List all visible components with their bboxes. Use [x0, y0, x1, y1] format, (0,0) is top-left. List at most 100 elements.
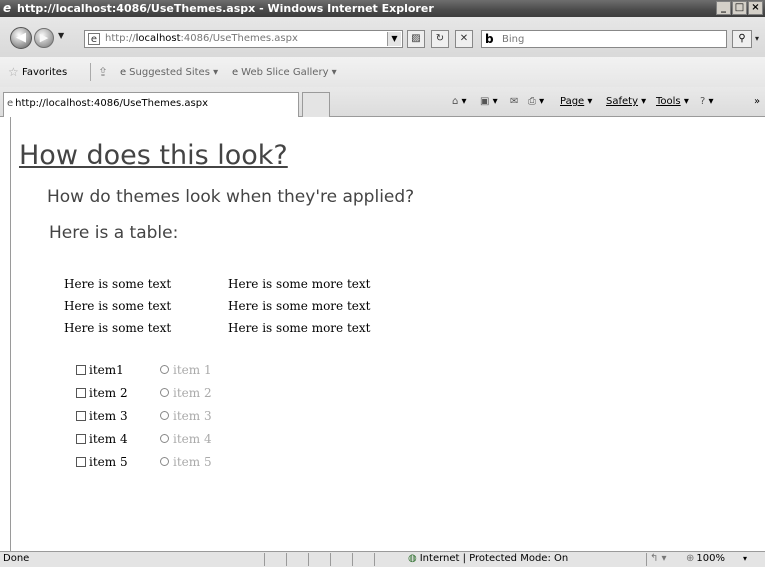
- status-panes: [264, 553, 396, 566]
- suggested-sites-button[interactable]: e Suggested Sites ▾: [120, 66, 218, 80]
- list-item: item 2 item 2: [76, 385, 276, 408]
- safety-menu-button[interactable]: Safety ▾: [606, 94, 646, 110]
- address-url: http://localhost:4086/UseThemes.aspx: [105, 33, 298, 44]
- checkbox-item1[interactable]: [76, 365, 86, 375]
- list-item: item 3 item 3: [76, 408, 276, 431]
- window-controls: _ □ ×: [716, 1, 763, 16]
- checkbox-label[interactable]: item 2: [89, 385, 128, 401]
- tab-label: http://localhost:4086/UseThemes.aspx: [15, 98, 209, 109]
- list-item: item 4 item 4: [76, 431, 276, 454]
- status-bar: Done ◍ Internet | Protected Mode: On ↰ ▾ …: [0, 551, 765, 567]
- status-pane: [286, 553, 308, 566]
- status-pane: [308, 553, 330, 566]
- help-icon[interactable]: ? ▾: [700, 94, 714, 110]
- table-cell: Here is some more text: [228, 277, 371, 291]
- back-button[interactable]: ◀: [10, 27, 32, 49]
- list-item: item 5 item 5: [76, 454, 276, 477]
- table-cell: Here is some text: [64, 321, 172, 335]
- checkbox-item5[interactable]: [76, 457, 86, 467]
- tools-menu-button[interactable]: Tools ▾: [656, 94, 689, 110]
- list-item: item1 item 1: [76, 362, 276, 385]
- checkbox-item2[interactable]: [76, 388, 86, 398]
- ie-logo-icon: e: [3, 1, 12, 15]
- radio-label: item 3: [173, 409, 212, 423]
- web-slice-gallery-button[interactable]: e Web Slice Gallery ▾: [232, 66, 337, 80]
- forward-button[interactable]: ▶: [34, 28, 54, 48]
- address-toolbar: ◀ ▶ ▼ e http://localhost:4086/UseThemes.…: [0, 17, 765, 57]
- feeds-icon[interactable]: ▣ ▾: [480, 94, 498, 110]
- bing-logo-icon: b: [485, 32, 494, 46]
- checkbox-label[interactable]: item1: [89, 362, 124, 378]
- status-divider: [646, 553, 647, 566]
- option-lists: item1 item 1 item 2 item 2 item 3 item 3…: [76, 362, 276, 477]
- zoom-level-button[interactable]: ⊕ 100%: [686, 552, 725, 566]
- text-table: Here is some text Here is some more text…: [64, 275, 384, 341]
- table-cell: Here is some more text: [228, 299, 371, 313]
- close-button[interactable]: ×: [748, 1, 763, 15]
- address-field[interactable]: e http://localhost:4086/UseThemes.aspx ▼: [84, 30, 403, 48]
- table-cell: Here is some text: [64, 299, 172, 313]
- add-to-favorites-icon[interactable]: ⇪: [98, 65, 108, 79]
- search-placeholder: Bing: [502, 34, 525, 45]
- maximize-button[interactable]: □: [732, 1, 747, 15]
- compatibility-view-icon[interactable]: ▨: [407, 30, 425, 48]
- window-title: http://localhost:4086/UseThemes.aspx - W…: [17, 2, 434, 15]
- radio-label: item 4: [173, 432, 212, 446]
- radio-label: item 5: [173, 455, 212, 469]
- new-tab-button[interactable]: [302, 92, 330, 117]
- search-icon[interactable]: ⚲: [732, 30, 752, 48]
- status-text: Done: [3, 553, 30, 564]
- globe-icon: ◍: [408, 553, 417, 564]
- zoom-icon: ⊕: [686, 553, 695, 564]
- status-pane: [374, 553, 396, 566]
- radio-label: item 2: [173, 386, 212, 400]
- favorites-separator: [90, 63, 91, 81]
- page-subheading: How do themes look when they're applied?: [47, 187, 415, 207]
- tab-row: e http://localhost:4086/UseThemes.aspx ⌂ …: [0, 87, 765, 117]
- table-cell: Here is some more text: [228, 321, 371, 335]
- address-dropdown-button[interactable]: ▼: [387, 32, 401, 46]
- ie-page-icon: e: [7, 98, 14, 109]
- radio-item-4: [160, 434, 169, 443]
- table-row: Here is some text Here is some more text: [64, 319, 384, 341]
- radio-item-1: [160, 365, 169, 374]
- home-icon[interactable]: ⌂ ▾: [452, 94, 467, 110]
- table-row: Here is some text Here is some more text: [64, 297, 384, 319]
- search-field[interactable]: b Bing: [481, 30, 727, 48]
- favorites-star-icon[interactable]: ☆: [8, 65, 19, 79]
- chevron-right-icon[interactable]: »: [754, 94, 760, 110]
- stop-icon[interactable]: ✕: [455, 30, 473, 48]
- minimize-button[interactable]: _: [716, 1, 731, 15]
- table-heading: Here is a table:: [49, 223, 179, 243]
- print-icon[interactable]: ⎙ ▾: [528, 94, 544, 110]
- favorites-bar: ☆ Favorites ⇪ e Suggested Sites ▾ e Web Sl…: [0, 57, 765, 87]
- read-mail-icon[interactable]: ✉: [510, 94, 518, 110]
- table-row: Here is some text Here is some more text: [64, 275, 384, 297]
- security-zone[interactable]: ◍ Internet | Protected Mode: On: [408, 552, 568, 566]
- zoom-dropdown[interactable]: ▾: [743, 552, 747, 566]
- checkbox-label[interactable]: item 4: [89, 431, 128, 447]
- search-options-dropdown[interactable]: ▾: [755, 34, 759, 43]
- checkbox-label[interactable]: item 5: [89, 454, 128, 470]
- table-cell: Here is some text: [64, 277, 172, 291]
- page-heading: How does this look?: [19, 140, 288, 171]
- browser-window: e http://localhost:4086/UseThemes.aspx -…: [0, 0, 765, 567]
- radio-item-3: [160, 411, 169, 420]
- favorites-button[interactable]: Favorites: [22, 66, 67, 80]
- checkbox-item4[interactable]: [76, 434, 86, 444]
- page-menu-button[interactable]: Page ▾: [560, 94, 592, 110]
- status-pane: [264, 553, 286, 566]
- status-pane: [330, 553, 352, 566]
- checkbox-label[interactable]: item 3: [89, 408, 128, 424]
- recent-pages-dropdown[interactable]: ▼: [58, 31, 64, 40]
- tab-usethemes[interactable]: e http://localhost:4086/UseThemes.aspx: [3, 92, 299, 117]
- ie-page-icon: e: [120, 67, 127, 78]
- page-icon: e: [88, 33, 100, 45]
- protection-icon[interactable]: ↰ ▾: [650, 552, 667, 566]
- checkbox-item3[interactable]: [76, 411, 86, 421]
- title-bar: e http://localhost:4086/UseThemes.aspx -…: [0, 0, 765, 17]
- radio-label: item 1: [173, 363, 212, 377]
- status-pane: [352, 553, 374, 566]
- radio-item-5: [160, 457, 169, 466]
- refresh-icon[interactable]: ↻: [431, 30, 449, 48]
